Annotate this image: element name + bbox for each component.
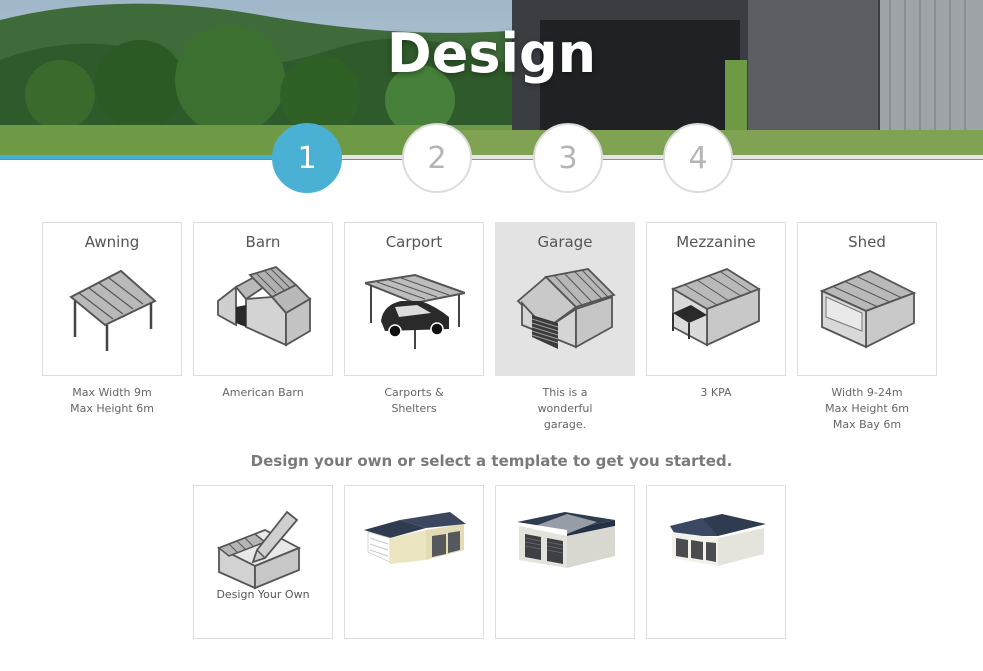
desc-line: Shelters bbox=[391, 402, 437, 415]
category-desc-barn: American Barn bbox=[193, 385, 333, 401]
category-desc-awning: Max Width 9m Max Height 6m bbox=[42, 385, 182, 417]
template-prompt: Design your own or select a template to … bbox=[250, 452, 733, 470]
design-own-icon bbox=[216, 510, 302, 590]
category-card-garage[interactable]: Garage bbox=[495, 222, 635, 376]
shed-icon bbox=[819, 270, 917, 349]
category-card-carport[interactable]: Carport bbox=[344, 222, 484, 376]
desc-line: Max Height 6m bbox=[825, 402, 909, 415]
page-title: Design bbox=[386, 22, 597, 85]
desc-line: Carports & bbox=[384, 386, 444, 399]
template-design-your-own[interactable]: Design Your Own bbox=[193, 485, 333, 639]
category-desc-carport: Carports & Shelters bbox=[344, 385, 484, 417]
template-triple-garage[interactable] bbox=[646, 485, 786, 639]
template-cream-garage-icon bbox=[364, 512, 466, 564]
garage-icon bbox=[516, 268, 616, 349]
barn-icon bbox=[217, 265, 312, 347]
category-desc-shed: Width 9-24m Max Height 6m Max Bay 6m bbox=[797, 385, 937, 433]
step-3-button[interactable]: 3 bbox=[533, 123, 603, 193]
category-card-shed[interactable]: Shed bbox=[797, 222, 937, 376]
mezzanine-icon bbox=[670, 268, 762, 347]
category-label: Garage bbox=[537, 233, 593, 251]
desc-line: American Barn bbox=[222, 386, 304, 399]
desc-line: Max Height 6m bbox=[70, 402, 154, 415]
category-desc-mezzanine: 3 KPA bbox=[646, 385, 786, 401]
category-label: Awning bbox=[84, 233, 140, 251]
step-2-button[interactable]: 2 bbox=[402, 123, 472, 193]
template-label: Design Your Own bbox=[216, 588, 310, 601]
category-label: Shed bbox=[848, 233, 886, 251]
category-label: Barn bbox=[245, 233, 281, 251]
step-4-button[interactable]: 4 bbox=[663, 123, 733, 193]
template-white-garage[interactable] bbox=[495, 485, 635, 639]
desc-line: 3 KPA bbox=[700, 386, 732, 399]
desc-line: Width 9-24m bbox=[831, 386, 903, 399]
desc-line: garage. bbox=[543, 418, 587, 431]
desc-line: wonderful bbox=[537, 402, 593, 415]
category-label: Mezzanine bbox=[676, 233, 756, 251]
step-1-button[interactable]: 1 bbox=[272, 123, 342, 193]
desc-line: This is a bbox=[542, 386, 588, 399]
desc-line: Max Width 9m bbox=[72, 386, 152, 399]
desc-line: Max Bay 6m bbox=[832, 418, 902, 431]
awning-icon bbox=[69, 269, 157, 351]
category-card-awning[interactable]: Awning bbox=[42, 222, 182, 376]
category-card-mezzanine[interactable]: Mezzanine bbox=[646, 222, 786, 376]
template-cream-garage[interactable] bbox=[344, 485, 484, 639]
category-card-barn[interactable]: Barn bbox=[193, 222, 333, 376]
category-label: Carport bbox=[385, 233, 443, 251]
template-white-garage-icon bbox=[517, 512, 615, 568]
category-desc-garage: This is a wonderful garage. bbox=[495, 385, 635, 433]
step-indicator: 1 2 3 4 bbox=[0, 123, 983, 193]
carport-icon bbox=[365, 273, 465, 349]
template-triple-garage-icon bbox=[670, 514, 766, 566]
